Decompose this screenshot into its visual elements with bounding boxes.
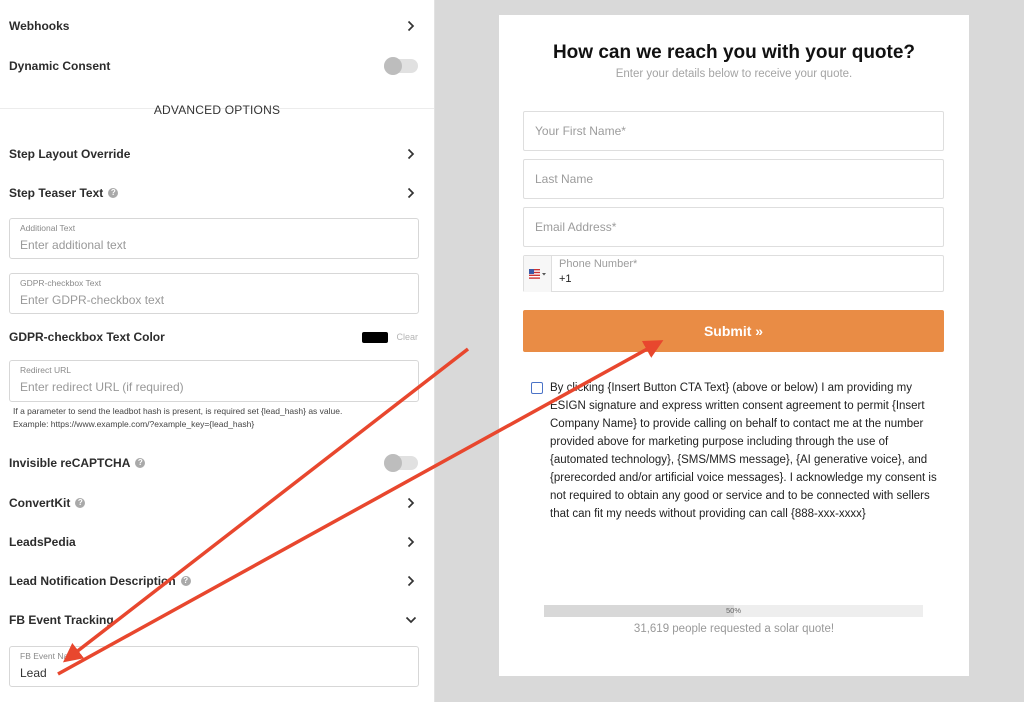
first-name-placeholder: Your First Name* [535, 124, 626, 138]
fb-event-name-label: FB Event Name [20, 651, 80, 661]
gdpr-text-field[interactable]: GDPR-checkbox Text Enter GDPR-checkbox t… [9, 273, 419, 314]
social-proof-text: 31,619 people requested a solar quote! [633, 623, 835, 635]
convertkit-label: ConvertKit [9, 496, 71, 510]
clear-color-button[interactable]: Clear [396, 332, 418, 342]
dynamic-consent-row: Dynamic Consent [9, 54, 418, 78]
help-icon[interactable]: ? [108, 188, 119, 198]
webhooks-label: Webhooks [9, 19, 70, 33]
form-title: How can we reach you with your quote? [552, 42, 916, 63]
chevron-right-icon[interactable] [404, 147, 418, 161]
lead-notification-label: Lead Notification Description [9, 574, 176, 588]
help-icon[interactable]: ? [180, 576, 191, 586]
submit-button[interactable]: Submit » [523, 310, 944, 352]
gdpr-text-label: GDPR-checkbox Text [20, 278, 102, 288]
step-teaser-text-label: Step Teaser Text [9, 186, 104, 200]
convertkit-row[interactable]: ConvertKit? [9, 491, 418, 515]
lead-notification-row[interactable]: Lead Notification Description? [9, 569, 418, 593]
gdpr-color-row: GDPR-checkbox Text Color Clear [9, 325, 418, 349]
form-subtitle: Enter your details below to receive your… [615, 68, 853, 80]
redirect-hint-example: Example: https://www.example.com/?exampl… [13, 419, 255, 429]
settings-panel: Webhooks Dynamic Consent ADVANCED OPTION… [0, 0, 435, 702]
redirect-url-field[interactable]: Redirect URL Enter redirect URL (if requ… [9, 360, 419, 402]
additional-text-label: Additional Text [20, 223, 76, 233]
leadspedia-label: LeadsPedia [9, 535, 76, 549]
chevron-right-icon[interactable] [404, 186, 418, 200]
leadspedia-row[interactable]: LeadsPedia [9, 530, 418, 554]
fb-event-name-field[interactable]: FB Event Name Lead [9, 646, 419, 687]
additional-text-placeholder: Enter additional text [20, 238, 127, 252]
help-icon[interactable]: ? [135, 458, 146, 468]
additional-text-field[interactable]: Additional Text Enter additional text [9, 218, 419, 259]
fb-event-tracking-row[interactable]: FB Event Tracking [9, 608, 418, 632]
step-layout-override-row[interactable]: Step Layout Override [9, 142, 418, 166]
toggle-knob [384, 454, 402, 472]
invisible-recaptcha-row: Invisible reCAPTCHA? [9, 451, 418, 475]
chevron-right-icon[interactable] [404, 535, 418, 549]
chevron-right-icon[interactable] [404, 574, 418, 588]
consent-text: By clicking {Insert Button CTA Text} (ab… [550, 382, 937, 520]
chevron-right-icon[interactable] [404, 496, 418, 510]
gdpr-text-placeholder: Enter GDPR-checkbox text [20, 293, 165, 307]
gdpr-color-label: GDPR-checkbox Text Color [9, 330, 165, 344]
redirect-hint: If a parameter to send the leadbot hash … [13, 406, 343, 416]
form-preview-card: How can we reach you with your quote? En… [499, 15, 969, 676]
consent-checkbox[interactable] [531, 382, 543, 394]
fb-event-tracking-label: FB Event Tracking [9, 613, 114, 627]
first-name-input[interactable]: Your First Name* [523, 111, 944, 151]
redirect-url-placeholder: Enter redirect URL (if required) [20, 380, 184, 394]
phone-input[interactable]: Phone Number* +1 [523, 255, 944, 292]
phone-label: Phone Number* [559, 258, 638, 270]
dynamic-consent-label: Dynamic Consent [9, 59, 111, 73]
last-name-input[interactable]: Last Name [523, 159, 944, 199]
webhooks-row[interactable]: Webhooks [9, 14, 418, 38]
dynamic-consent-toggle[interactable] [384, 57, 418, 75]
redirect-url-label: Redirect URL [20, 365, 72, 375]
phone-value: +1 [559, 273, 572, 285]
progress-bar: 50% [544, 605, 923, 617]
fb-event-name-value: Lead [20, 666, 47, 680]
us-flag-icon[interactable] [524, 256, 552, 292]
color-swatch[interactable] [362, 331, 389, 343]
step-teaser-text-row[interactable]: Step Teaser Text? [9, 181, 418, 205]
advanced-options-heading: ADVANCED OPTIONS [153, 103, 281, 117]
email-placeholder: Email Address* [535, 220, 617, 234]
email-input[interactable]: Email Address* [523, 207, 944, 247]
chevron-down-icon[interactable] [404, 613, 418, 627]
chevron-right-icon[interactable] [404, 19, 418, 33]
progress-label: 50% [725, 606, 741, 615]
last-name-placeholder: Last Name [535, 172, 594, 186]
step-layout-override-label: Step Layout Override [9, 147, 131, 161]
recaptcha-toggle[interactable] [384, 454, 418, 472]
help-icon[interactable]: ? [75, 498, 86, 508]
toggle-knob [384, 57, 402, 75]
invisible-recaptcha-label: Invisible reCAPTCHA [9, 456, 131, 470]
